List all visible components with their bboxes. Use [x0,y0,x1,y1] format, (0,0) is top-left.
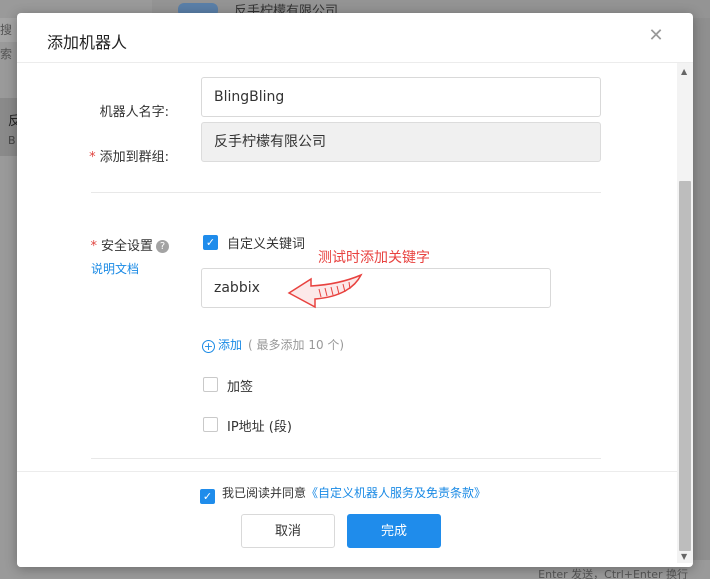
robot-name-input[interactable]: BlingBling [201,77,601,117]
add-keyword-row[interactable]: + 添加 ( 最多添加 10 个) [202,336,344,353]
add-keyword-button[interactable]: 添加 [218,338,242,352]
group-label: * 添加到群组: [89,150,169,165]
scroll-down-icon[interactable]: ▼ [681,552,687,561]
agreement-row: ✓ 我已阅读并同意《自定义机器人服务及免责条款》 [200,484,486,504]
security-label: * 安全设置? [57,235,169,254]
agree-checkbox[interactable]: ✓ [200,489,215,504]
background-send-hint: Enter 发送，Ctrl+Enter 换行 [538,568,688,579]
dialog-scrollbar[interactable]: ▲ ▼ [677,63,693,563]
custom-keyword-label: 自定义关键词 [227,237,306,252]
ip-checkbox[interactable] [203,417,218,432]
add-limit-note: ( 最多添加 10 个) [248,338,345,352]
annotation-text: 测试时添加关键字 [318,250,430,266]
robot-name-label: 机器人名字: [99,105,169,120]
ip-label: IP地址 (段) [227,420,292,435]
background-chat-sub: B [8,134,16,147]
section-divider [91,192,601,193]
help-icon[interactable]: ? [156,240,169,253]
add-circle-icon[interactable]: + [202,340,215,353]
scrollbar-thumb[interactable] [679,181,691,551]
group-field: 反手柠檬有限公司 [201,122,601,162]
dialog-body: 机器人名字: BlingBling * 添加到群组: 反手柠檬有限公司 * 安全设置… [17,63,693,471]
agree-text: 我已阅读并同意 [222,486,307,500]
sign-checkbox[interactable] [203,377,218,392]
required-mark: * [89,150,96,165]
dialog-title: 添加机器人 [47,33,128,52]
dialog-header: 添加机器人 ✕ [17,13,693,63]
terms-link[interactable]: 《自定义机器人服务及免责条款》 [306,486,486,500]
dialog-footer: ✓ 我已阅读并同意《自定义机器人服务及免责条款》 取消 完成 [17,471,677,567]
doc-link[interactable]: 说明文档 [91,260,139,277]
annotation-arrow-icon [287,273,363,309]
section-divider [91,458,601,459]
add-robot-dialog: 添加机器人 ✕ 机器人名字: BlingBling * 添加到群组: 反手柠檬有限… [17,13,693,567]
confirm-button[interactable]: 完成 [347,514,441,548]
close-icon[interactable]: ✕ [647,27,665,45]
required-mark: * [90,239,97,254]
cancel-button[interactable]: 取消 [241,514,335,548]
scroll-up-icon[interactable]: ▲ [681,67,687,76]
custom-keyword-checkbox[interactable]: ✓ [203,235,218,250]
keyword-input[interactable]: zabbix [201,268,551,308]
sign-label: 加签 [227,380,254,395]
